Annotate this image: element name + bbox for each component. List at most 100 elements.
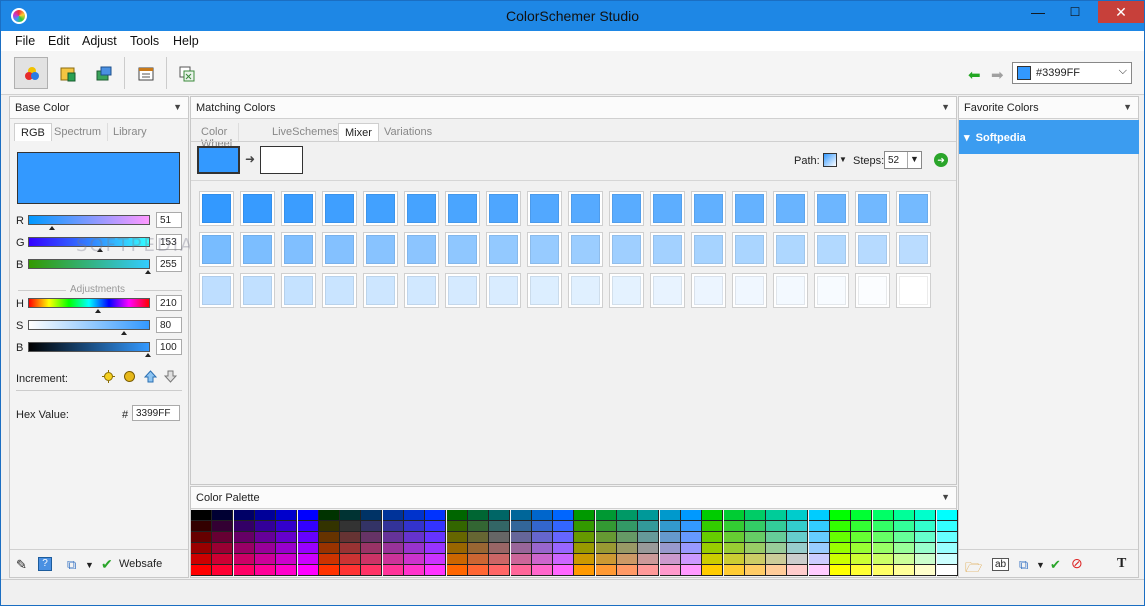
palette-swatch[interactable] — [723, 510, 745, 521]
palette-swatch[interactable] — [425, 510, 447, 521]
palette-swatch[interactable] — [595, 565, 617, 576]
palette-swatch[interactable] — [744, 543, 766, 554]
palette-swatch[interactable] — [276, 532, 298, 543]
palette-swatch[interactable] — [744, 521, 766, 532]
palette-swatch[interactable] — [617, 510, 638, 521]
mixer-swatch[interactable] — [773, 273, 808, 308]
palette-swatch[interactable] — [233, 532, 255, 543]
checkmark-icon[interactable]: ✔ — [101, 556, 113, 573]
palette-swatch[interactable] — [212, 565, 234, 576]
palette-swatch[interactable] — [233, 521, 255, 532]
palette-swatch[interactable] — [446, 554, 468, 565]
palette-swatch[interactable] — [553, 543, 575, 554]
palette-swatch[interactable] — [297, 554, 319, 565]
mixer-swatch[interactable] — [240, 232, 275, 267]
palette-swatch[interactable] — [617, 532, 638, 543]
palette-swatch[interactable] — [617, 565, 638, 576]
palette-swatch[interactable] — [489, 565, 511, 576]
palette-swatch[interactable] — [702, 554, 724, 565]
palette-swatch[interactable] — [510, 543, 532, 554]
mixer-swatch[interactable] — [527, 191, 562, 226]
copy-icon[interactable]: ⧉ — [1019, 557, 1028, 573]
palette-swatch[interactable] — [361, 554, 383, 565]
palette-swatch[interactable] — [425, 554, 447, 565]
palette-swatch[interactable] — [553, 521, 575, 532]
palette-swatch[interactable] — [595, 554, 617, 565]
slider-value-input[interactable]: 80 — [156, 317, 182, 333]
mixer-swatch[interactable] — [486, 191, 521, 226]
mixer-swatch[interactable] — [281, 232, 316, 267]
palette-swatch[interactable] — [702, 510, 724, 521]
palette-swatch[interactable] — [276, 565, 298, 576]
palette-swatch[interactable] — [830, 565, 851, 576]
palette-swatch[interactable] — [531, 543, 553, 554]
palette-swatch[interactable] — [893, 532, 915, 543]
palette-swatch[interactable] — [830, 510, 851, 521]
palette-swatch[interactable] — [446, 521, 468, 532]
palette-swatch[interactable] — [467, 532, 489, 543]
palette-swatch[interactable] — [340, 510, 362, 521]
palette-swatch[interactable] — [808, 532, 830, 543]
palette-swatch[interactable] — [318, 565, 340, 576]
slider-track[interactable] — [28, 320, 150, 330]
mixer-swatch[interactable] — [855, 232, 890, 267]
palette-swatch[interactable] — [830, 532, 851, 543]
palette-swatch[interactable] — [659, 521, 681, 532]
mixer-swatch[interactable] — [281, 273, 316, 308]
hsb-slider-b[interactable]: B 100 — [14, 339, 184, 357]
palette-swatch[interactable] — [191, 565, 212, 576]
palette-swatch[interactable] — [254, 554, 276, 565]
palette-swatch[interactable] — [574, 510, 596, 521]
color-picker-tool-button[interactable] — [14, 57, 48, 89]
panel-menu-icon[interactable]: ▼ — [1123, 102, 1132, 112]
palette-swatch[interactable] — [446, 543, 468, 554]
palette-swatch[interactable] — [702, 532, 724, 543]
palette-swatch[interactable] — [893, 554, 915, 565]
gradient-path-icon[interactable] — [823, 153, 837, 167]
palette-swatch[interactable] — [382, 532, 404, 543]
tab-library[interactable]: Library — [107, 123, 153, 141]
rgb-slider-b[interactable]: B 255 — [14, 256, 184, 274]
chevron-down-icon[interactable]: ▼ — [907, 152, 921, 168]
palette-swatch[interactable] — [744, 565, 766, 576]
mixer-swatch[interactable] — [322, 191, 357, 226]
palette-swatch[interactable] — [510, 532, 532, 543]
palette-swatch[interactable] — [680, 521, 702, 532]
increase-arrow-icon[interactable] — [144, 370, 157, 383]
palette-swatch[interactable] — [851, 554, 873, 565]
palette-swatch[interactable] — [191, 554, 212, 565]
mixer-swatch[interactable] — [322, 273, 357, 308]
palette-swatch[interactable] — [531, 521, 553, 532]
palette-swatch[interactable] — [233, 543, 255, 554]
palette-swatch[interactable] — [446, 510, 468, 521]
mixer-swatch[interactable] — [486, 232, 521, 267]
palette-swatch[interactable] — [787, 543, 809, 554]
mixer-swatch[interactable] — [363, 232, 398, 267]
mixer-swatch[interactable] — [650, 232, 685, 267]
mixer-swatch[interactable] — [773, 191, 808, 226]
darken-icon[interactable] — [123, 370, 136, 383]
palette-swatch[interactable] — [659, 532, 681, 543]
palette-swatch[interactable] — [702, 543, 724, 554]
mixer-swatch[interactable] — [814, 232, 849, 267]
mixer-swatch[interactable] — [609, 273, 644, 308]
palette-swatch[interactable] — [744, 554, 766, 565]
tab-liveschemes[interactable]: LiveSchemes — [266, 123, 346, 141]
palette-swatch[interactable] — [893, 565, 915, 576]
palette-swatch[interactable] — [212, 521, 234, 532]
mixer-swatch[interactable] — [240, 191, 275, 226]
mixer-swatch[interactable] — [199, 273, 234, 308]
forward-arrow-icon[interactable]: ➡ — [991, 66, 1004, 84]
palette-swatch[interactable] — [915, 543, 937, 554]
mixer-swatch[interactable] — [445, 232, 480, 267]
palette-swatch[interactable] — [893, 543, 915, 554]
mixer-swatch[interactable] — [445, 273, 480, 308]
palette-swatch[interactable] — [744, 510, 766, 521]
mix-start-color[interactable] — [197, 146, 240, 174]
palette-swatch[interactable] — [872, 532, 894, 543]
palette-swatch[interactable] — [808, 543, 830, 554]
mixer-swatch[interactable] — [896, 191, 931, 226]
palette-swatch[interactable] — [489, 532, 511, 543]
mixer-swatch[interactable] — [568, 232, 603, 267]
palette-swatch[interactable] — [382, 543, 404, 554]
